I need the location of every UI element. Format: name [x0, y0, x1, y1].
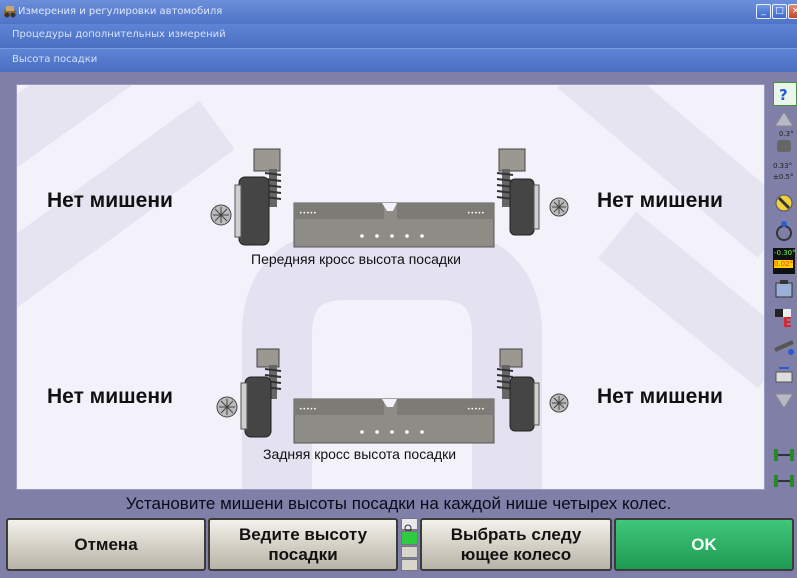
close-button[interactable]: ×	[788, 4, 797, 19]
front-axle-diagram: ••••• •••••	[210, 148, 569, 248]
tolerance-camber-button[interactable]: 0.3°	[773, 130, 795, 156]
ok-button-label: OK	[691, 534, 717, 554]
svg-text:•••••: •••••	[467, 406, 485, 413]
enter-height-label-line2: посадки	[268, 544, 338, 564]
svg-text:•••••: •••••	[299, 406, 317, 413]
next-wheel-label-line2: ющее колесо	[460, 544, 572, 564]
svg-text:•••••: •••••	[299, 210, 317, 217]
status-indicator-1	[401, 546, 418, 558]
axle-rear-icon[interactable]	[773, 470, 795, 492]
breadcrumb-level2: Высота посадки	[0, 48, 797, 72]
tolerance-toe-button[interactable]: 0.33° ±0.5°	[773, 160, 795, 186]
spec-value-1: -0.30°	[774, 249, 796, 257]
app-icon	[4, 6, 16, 18]
minimize-button[interactable]: _	[756, 4, 771, 19]
close-icon: ×	[791, 6, 797, 16]
axle-front-icon[interactable]	[773, 444, 795, 466]
rear-caption: Задняя кросс высота посадки	[263, 446, 457, 462]
enter-height-label-line1: Ведите высоту	[238, 524, 368, 544]
wheel-camber-icon	[777, 140, 791, 152]
enter-height-button[interactable]: Ведите высоту посадки	[208, 518, 398, 571]
right-toolbar: ? 0.3° 0.33° ±0.5° -0.30° 0.02° E	[769, 80, 797, 500]
cancel-button[interactable]: Отмена	[6, 518, 206, 571]
status-indicator-green	[401, 531, 418, 545]
svg-text:?: ?	[779, 86, 788, 104]
adjust-wheel-icon[interactable]	[773, 220, 795, 242]
breadcrumb-level1: Процедуры дополнительных измерений	[0, 24, 797, 48]
breadcrumb-level2-label: Высота посадки	[12, 54, 98, 65]
window-title-bar: Измерения и регулировки автомобиля _ □ ×	[0, 0, 797, 24]
spec-value-2: 0.02°	[774, 260, 794, 268]
front-caption: Передняя кросс высота посадки	[251, 251, 461, 267]
scroll-up-icon[interactable]	[773, 108, 795, 130]
spec-values-button[interactable]: -0.30° 0.02°	[773, 248, 796, 274]
tolerance-value-3: ±0.5°	[773, 173, 794, 181]
tolerance-value-1: 0.3°	[779, 130, 794, 138]
front-right-target-status: Нет мишени	[597, 189, 723, 212]
minimize-icon: _	[761, 6, 766, 16]
status-indicator-2	[401, 559, 418, 571]
svg-text:E: E	[783, 316, 792, 328]
help-icon: ?	[779, 86, 788, 104]
print-icon[interactable]	[773, 364, 795, 386]
ok-button[interactable]: OK	[614, 518, 794, 571]
rear-right-target-status: Нет мишени	[597, 385, 723, 408]
rear-left-target-status: Нет мишени	[47, 385, 173, 408]
svg-text:•••••: •••••	[467, 210, 485, 217]
help-button[interactable]: ?	[773, 82, 797, 106]
front-left-target-status: Нет мишени	[47, 189, 173, 212]
scroll-down-icon[interactable]	[773, 390, 795, 412]
zoom-icon[interactable]	[401, 518, 418, 534]
tool-icon[interactable]	[773, 336, 795, 358]
instruction-text: Установите мишени высоты посадки на кажд…	[125, 494, 672, 513]
window-title: Измерения и регулировки автомобиля	[18, 6, 223, 17]
rear-axle-diagram: ••••• •••••	[216, 348, 569, 444]
breadcrumb-level1-label: Процедуры дополнительных измерений	[12, 29, 226, 40]
cancel-button-label: Отмена	[74, 534, 138, 554]
racing-flag-icon[interactable]: E	[773, 306, 795, 328]
target-tool-icon[interactable]	[773, 192, 795, 214]
next-wheel-button[interactable]: Выбрать следу ющее колесо	[420, 518, 612, 571]
next-wheel-label-line1: Выбрать следу	[450, 524, 582, 544]
maximize-icon: □	[775, 6, 784, 16]
ride-height-panel: Нет мишени Нет мишени ••••• ••••• Передн…	[16, 84, 765, 490]
tolerance-value-2: 0.33°	[773, 162, 793, 170]
vehicle-view-icon[interactable]	[773, 278, 795, 300]
maximize-button[interactable]: □	[772, 4, 787, 19]
